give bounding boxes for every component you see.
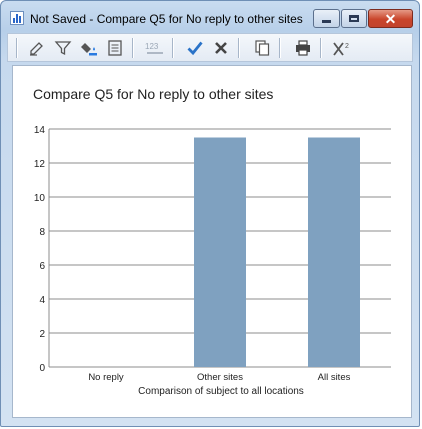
- x-tick-label: Other sites: [197, 372, 243, 383]
- edit-icon[interactable]: [26, 37, 48, 59]
- title-bar[interactable]: Not Saved - Compare Q5 for No reply to o…: [1, 1, 419, 31]
- y-tick-label: 10: [34, 193, 46, 204]
- minimize-button[interactable]: [313, 9, 340, 28]
- maximize-icon: [349, 15, 359, 22]
- bar-chart: 0 2 4 6 8 10 12 14 No reply Other sites All sites C…: [34, 125, 391, 397]
- close-button[interactable]: ✕: [368, 9, 413, 28]
- toolbar-separator: [172, 38, 173, 58]
- x-tick-label: No reply: [88, 372, 124, 383]
- window-title: Not Saved - Compare Q5 for No reply to o…: [30, 12, 303, 26]
- bar: [308, 137, 360, 367]
- toolbar: 123 2: [7, 33, 413, 62]
- chi-square-icon[interactable]: 2: [332, 37, 354, 59]
- y-tick-label: 2: [39, 329, 45, 340]
- toolbar-separator: [16, 38, 17, 58]
- print-icon[interactable]: [292, 37, 314, 59]
- toolbar-separator: [238, 38, 239, 58]
- app-window: Not Saved - Compare Q5 for No reply to o…: [0, 0, 420, 427]
- y-tick-label: 12: [34, 159, 46, 170]
- y-tick-label: 14: [34, 125, 46, 136]
- number-format-icon[interactable]: 123: [144, 37, 166, 59]
- toolbar-separator: [320, 38, 321, 58]
- chart-panel: Compare Q5 for No reply to other sites 0…: [12, 65, 412, 418]
- apply-check-icon[interactable]: [184, 37, 206, 59]
- y-tick-label: 8: [39, 227, 45, 238]
- notes-icon[interactable]: [104, 37, 126, 59]
- filter-icon[interactable]: [52, 37, 74, 59]
- y-tick-label: 4: [39, 295, 45, 306]
- svg-text:2: 2: [345, 43, 349, 50]
- cancel-x-icon[interactable]: [210, 37, 232, 59]
- copy-icon[interactable]: [251, 37, 273, 59]
- toolbar-separator: [279, 38, 280, 58]
- bar: [194, 137, 246, 367]
- minimize-icon: [322, 20, 331, 23]
- maximize-button[interactable]: [341, 9, 367, 28]
- bar-chart-app-icon: [10, 11, 24, 25]
- y-tick-label: 0: [39, 363, 45, 374]
- toolbar-separator: [132, 38, 133, 58]
- x-axis-label: Comparison of subject to all locations: [138, 386, 304, 397]
- svg-text:123: 123: [145, 42, 159, 51]
- x-tick-label: All sites: [318, 372, 351, 383]
- y-tick-label: 6: [39, 261, 45, 272]
- close-icon: ✕: [384, 10, 397, 27]
- fill-icon[interactable]: [78, 37, 100, 59]
